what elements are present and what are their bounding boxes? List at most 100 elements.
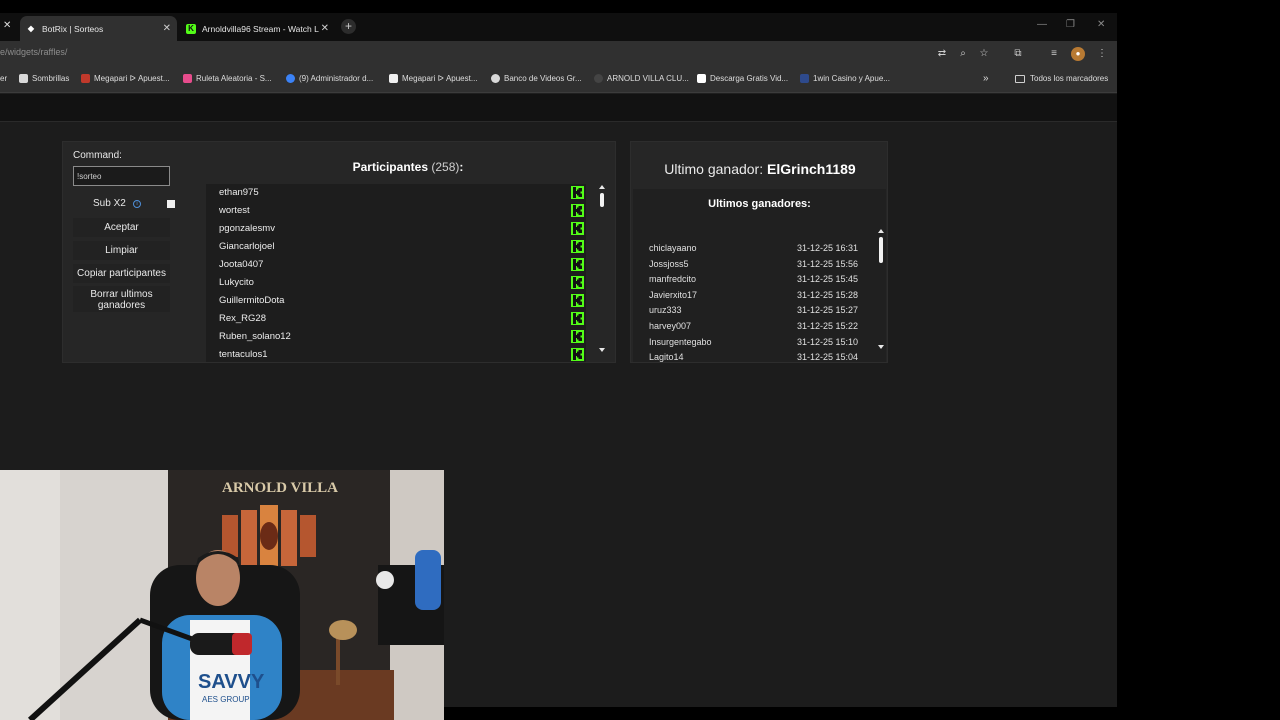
bookmarks-overflow-icon[interactable]: » [983, 73, 989, 84]
scroll-up-icon [599, 185, 605, 189]
restore-icon[interactable]: ❐ [1066, 19, 1075, 30]
tab-title: Arnoldvilla96 Stream - Watch L [202, 23, 319, 34]
tab-title: BotRix | Sorteos [42, 23, 104, 34]
participant-row[interactable]: Ruben_solano12 [206, 328, 586, 346]
kick-icon: K [186, 23, 196, 34]
profile-avatar-icon[interactable]: ● [1071, 47, 1085, 61]
all-bookmarks-folder[interactable]: Todos los marcadores [1015, 74, 1108, 83]
winner-panel: Ultimo ganador: ElGrinch1189 Ultimos gan… [630, 141, 888, 363]
webcam-overlay: SAVVY AES GROUP ARNOLD VILLA [0, 470, 444, 720]
sub-x2-checkbox[interactable] [167, 200, 175, 208]
participant-row[interactable]: GuillermitoDota [206, 292, 586, 310]
kick-icon [571, 312, 584, 325]
participant-name: Ruben_solano12 [219, 331, 291, 342]
participant-row[interactable]: Lukycito [206, 274, 586, 292]
scroll-down-icon [878, 345, 884, 349]
participant-name: Rex_RG28 [219, 313, 266, 324]
last-winners-title: Ultimos ganadores: [708, 198, 811, 210]
wall-sign: ARNOLD VILLA [222, 480, 338, 496]
url-text: e/widgets/raffles/ [0, 47, 68, 57]
new-tab-button[interactable]: + [341, 19, 356, 34]
bookmark-item[interactable]: er [0, 74, 7, 83]
tab-botrix[interactable]: ◆ BotRix | Sorteos ✕ [20, 16, 177, 41]
sub-x2-label: Sub X2 [93, 198, 126, 209]
bookmark-favicon-icon [800, 74, 809, 83]
clear-button[interactable]: Limpiar [73, 241, 170, 260]
address-bar[interactable]: e/widgets/raffles/ [0, 47, 67, 57]
bookmark-favicon-icon [81, 74, 90, 83]
participant-row[interactable]: ethan975 [206, 184, 586, 202]
last-winner-name: ElGrinch1189 [767, 161, 856, 177]
participant-name: pgonzalesmv [219, 223, 275, 234]
accept-button[interactable]: Aceptar [73, 218, 170, 237]
zoom-icon[interactable]: ⌕ [956, 47, 970, 61]
participant-name: GuillermitoDota [219, 295, 285, 306]
bookmark-item[interactable]: Ruleta Aleatoria - S... [183, 74, 272, 83]
winner-row: harvey007 31-12-25 15:22 [649, 321, 869, 336]
star-icon[interactable]: ☆ [977, 47, 991, 61]
info-icon[interactable]: i [133, 200, 141, 208]
window-close-icon[interactable]: ✕ [1097, 19, 1105, 30]
winner-date: 31-12-25 16:31 [797, 243, 859, 253]
winner-name: chiclayaano [649, 243, 697, 253]
winners-scrollbar[interactable] [877, 189, 885, 228]
folder-label: Todos los marcadores [1030, 74, 1109, 83]
scroll-up-icon [878, 229, 884, 233]
command-input[interactable] [73, 166, 170, 186]
close-icon[interactable]: ✕ [321, 23, 329, 34]
winner-date: 31-12-25 15:45 [797, 274, 859, 285]
participant-name: tentaculos1 [219, 349, 268, 360]
participants-title: Participantes (258): [352, 160, 464, 174]
media-control-icon[interactable]: ≡ [1047, 47, 1061, 61]
close-icon[interactable]: ✕ [3, 20, 11, 31]
page-header-bar [0, 94, 1117, 122]
winner-name: harvey007 [649, 321, 692, 331]
tab-kick-stream[interactable]: K Arnoldvilla96 Stream - Watch L ✕ [180, 16, 335, 41]
last-winner-heading: Ultimo ganador: ElGrinch1189 [664, 161, 856, 177]
bookmark-item[interactable]: ARNOLD VILLA CLU... [594, 74, 689, 83]
winner-date: 31-12-25 15:56 [797, 258, 859, 269]
command-label: Command: [73, 150, 122, 161]
bookmark-item[interactable]: Megapari ᐅ Apuest... [81, 74, 170, 83]
winners-scrollbar[interactable] [877, 228, 885, 353]
translate-icon[interactable]: ⇄ [935, 47, 949, 61]
participant-name: Lukycito [219, 277, 254, 288]
winner-name: Jossjoss5 [649, 258, 689, 269]
bookmark-item[interactable]: Descarga Gratis Vid... [697, 74, 788, 83]
bookmark-favicon-icon [389, 74, 398, 83]
kick-icon [571, 222, 584, 235]
last-winners-box[interactable]: Ultimos ganadores: chiclayaano 31-12-25 1… [633, 189, 886, 362]
participant-row[interactable]: pgonzalesmv [206, 220, 586, 238]
participants-list[interactable]: ethan975 wortest pgonzalesmv Giancarlojoel J… [206, 184, 586, 362]
participant-row[interactable]: Giancarlojoel [206, 238, 586, 256]
copy-participants-button[interactable]: Copiar participantes [73, 264, 170, 283]
participant-name: ethan975 [219, 187, 259, 198]
bookmark-favicon-icon [491, 74, 500, 83]
bookmark-item[interactable]: Megapari ᐅ Apuest... [389, 74, 478, 83]
participant-row[interactable]: wortest [206, 202, 586, 220]
participant-row[interactable]: Joota0407 [206, 256, 586, 274]
bookmark-item[interactable]: Banco de Videos Gr... [491, 74, 582, 83]
winner-date: 31-12-25 15:27 [797, 305, 859, 316]
clear-last-winners-button[interactable]: Borrar ultimos ganadores [73, 286, 170, 312]
close-icon[interactable]: ✕ [163, 23, 171, 34]
streamer-webcam-image: SAVVY AES GROUP ARNOLD VILLA [0, 470, 444, 720]
participant-name: Giancarlojoel [219, 241, 275, 252]
menu-icon[interactable]: ⋮ [1095, 47, 1109, 61]
participants-scrollbar[interactable] [598, 184, 606, 359]
participant-row[interactable]: Rex_RG28 [206, 310, 586, 328]
minimize-icon[interactable]: — [1037, 19, 1047, 30]
raffle-panel: Command: Sub X2 i Aceptar Limpiar Copiar… [62, 141, 616, 363]
kick-icon [571, 276, 584, 289]
winner-name: manfredcito [649, 274, 697, 285]
bookmark-item[interactable]: (9) Administrador d... [286, 74, 373, 83]
bookmark-favicon-icon [19, 74, 28, 83]
shirt-sub-logo: AES GROUP [202, 695, 250, 704]
participant-row[interactable]: tentaculos1 [206, 346, 586, 362]
participant-name: Joota0407 [219, 259, 264, 270]
scroll-down-icon [599, 348, 605, 352]
bookmark-item[interactable]: Sombrillas [19, 74, 69, 83]
winner-date: 31-12-25 15:28 [797, 289, 859, 300]
extensions-icon[interactable]: ⧉ [1011, 47, 1025, 61]
bookmark-item[interactable]: 1win Casino y Apue... [800, 74, 890, 83]
